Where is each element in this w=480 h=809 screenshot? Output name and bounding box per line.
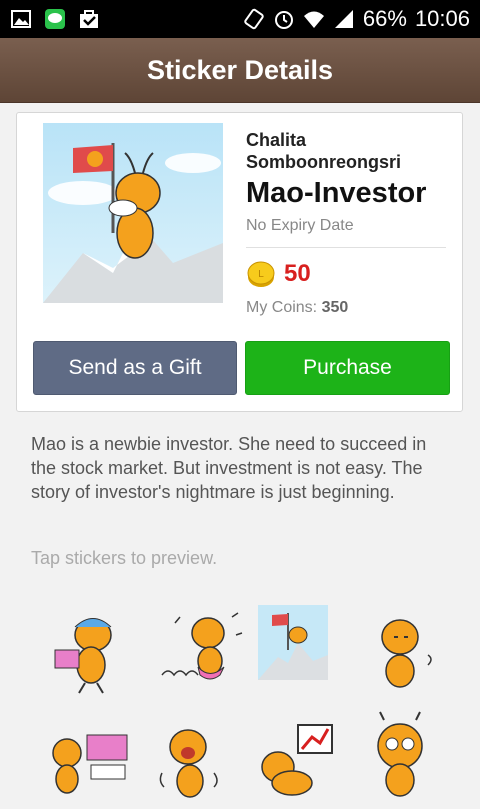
price-row: L 50 xyxy=(246,259,311,289)
status-bar: 66% 10:06 xyxy=(0,0,480,38)
send-gift-label: Send as a Gift xyxy=(68,356,202,379)
svg-text:L: L xyxy=(258,269,264,280)
my-coins-label: My Coins: xyxy=(246,299,318,316)
sticker-preview-grid xyxy=(0,600,480,800)
sticker-sale[interactable] xyxy=(45,715,135,805)
coin-icon: L xyxy=(247,261,275,287)
sticker-mountain-flag[interactable] xyxy=(258,605,348,695)
my-coins-value: 350 xyxy=(321,299,349,316)
app-header: Sticker Details xyxy=(0,38,480,103)
wifi-icon xyxy=(303,11,324,28)
send-gift-button[interactable]: Send as a Gift xyxy=(33,341,237,395)
sticker-package-thumbnail xyxy=(43,123,223,303)
signal-icon xyxy=(334,10,353,28)
sticker-price: 50 xyxy=(284,260,311,287)
sticker-thinking[interactable] xyxy=(358,605,448,695)
sticker-author: Chalita Somboonreongsri xyxy=(246,130,402,172)
sticker-crying[interactable] xyxy=(150,715,240,805)
sticker-dancing[interactable] xyxy=(160,605,250,695)
page-title: Sticker Details xyxy=(146,54,334,85)
divider xyxy=(246,247,446,248)
purchase-button[interactable]: Purchase xyxy=(245,341,450,395)
battery-percentage: 66% xyxy=(362,6,407,31)
sticker-shocked[interactable] xyxy=(362,710,452,800)
line-app-icon xyxy=(45,9,65,29)
shopping-bag-icon xyxy=(80,10,98,28)
expiry-label: No Expiry Date xyxy=(246,217,354,234)
gallery-icon xyxy=(11,10,31,28)
sticker-title: Mao-Investor xyxy=(246,177,427,209)
clock: 10:06 xyxy=(414,6,470,31)
my-coins: My Coins: 350 xyxy=(246,299,348,317)
alarm-icon xyxy=(274,11,293,29)
purchase-label: Purchase xyxy=(303,356,392,379)
sticker-shopping[interactable] xyxy=(45,605,135,695)
preview-hint: Tap stickers to preview. xyxy=(31,548,218,568)
sticker-chart-crash[interactable] xyxy=(250,715,340,805)
rotate-icon xyxy=(244,8,264,30)
sticker-info-card: Chalita Somboonreongsri Mao-Investor No … xyxy=(16,112,463,412)
sticker-description: Mao is a newbie investor. She need to su… xyxy=(31,434,427,502)
